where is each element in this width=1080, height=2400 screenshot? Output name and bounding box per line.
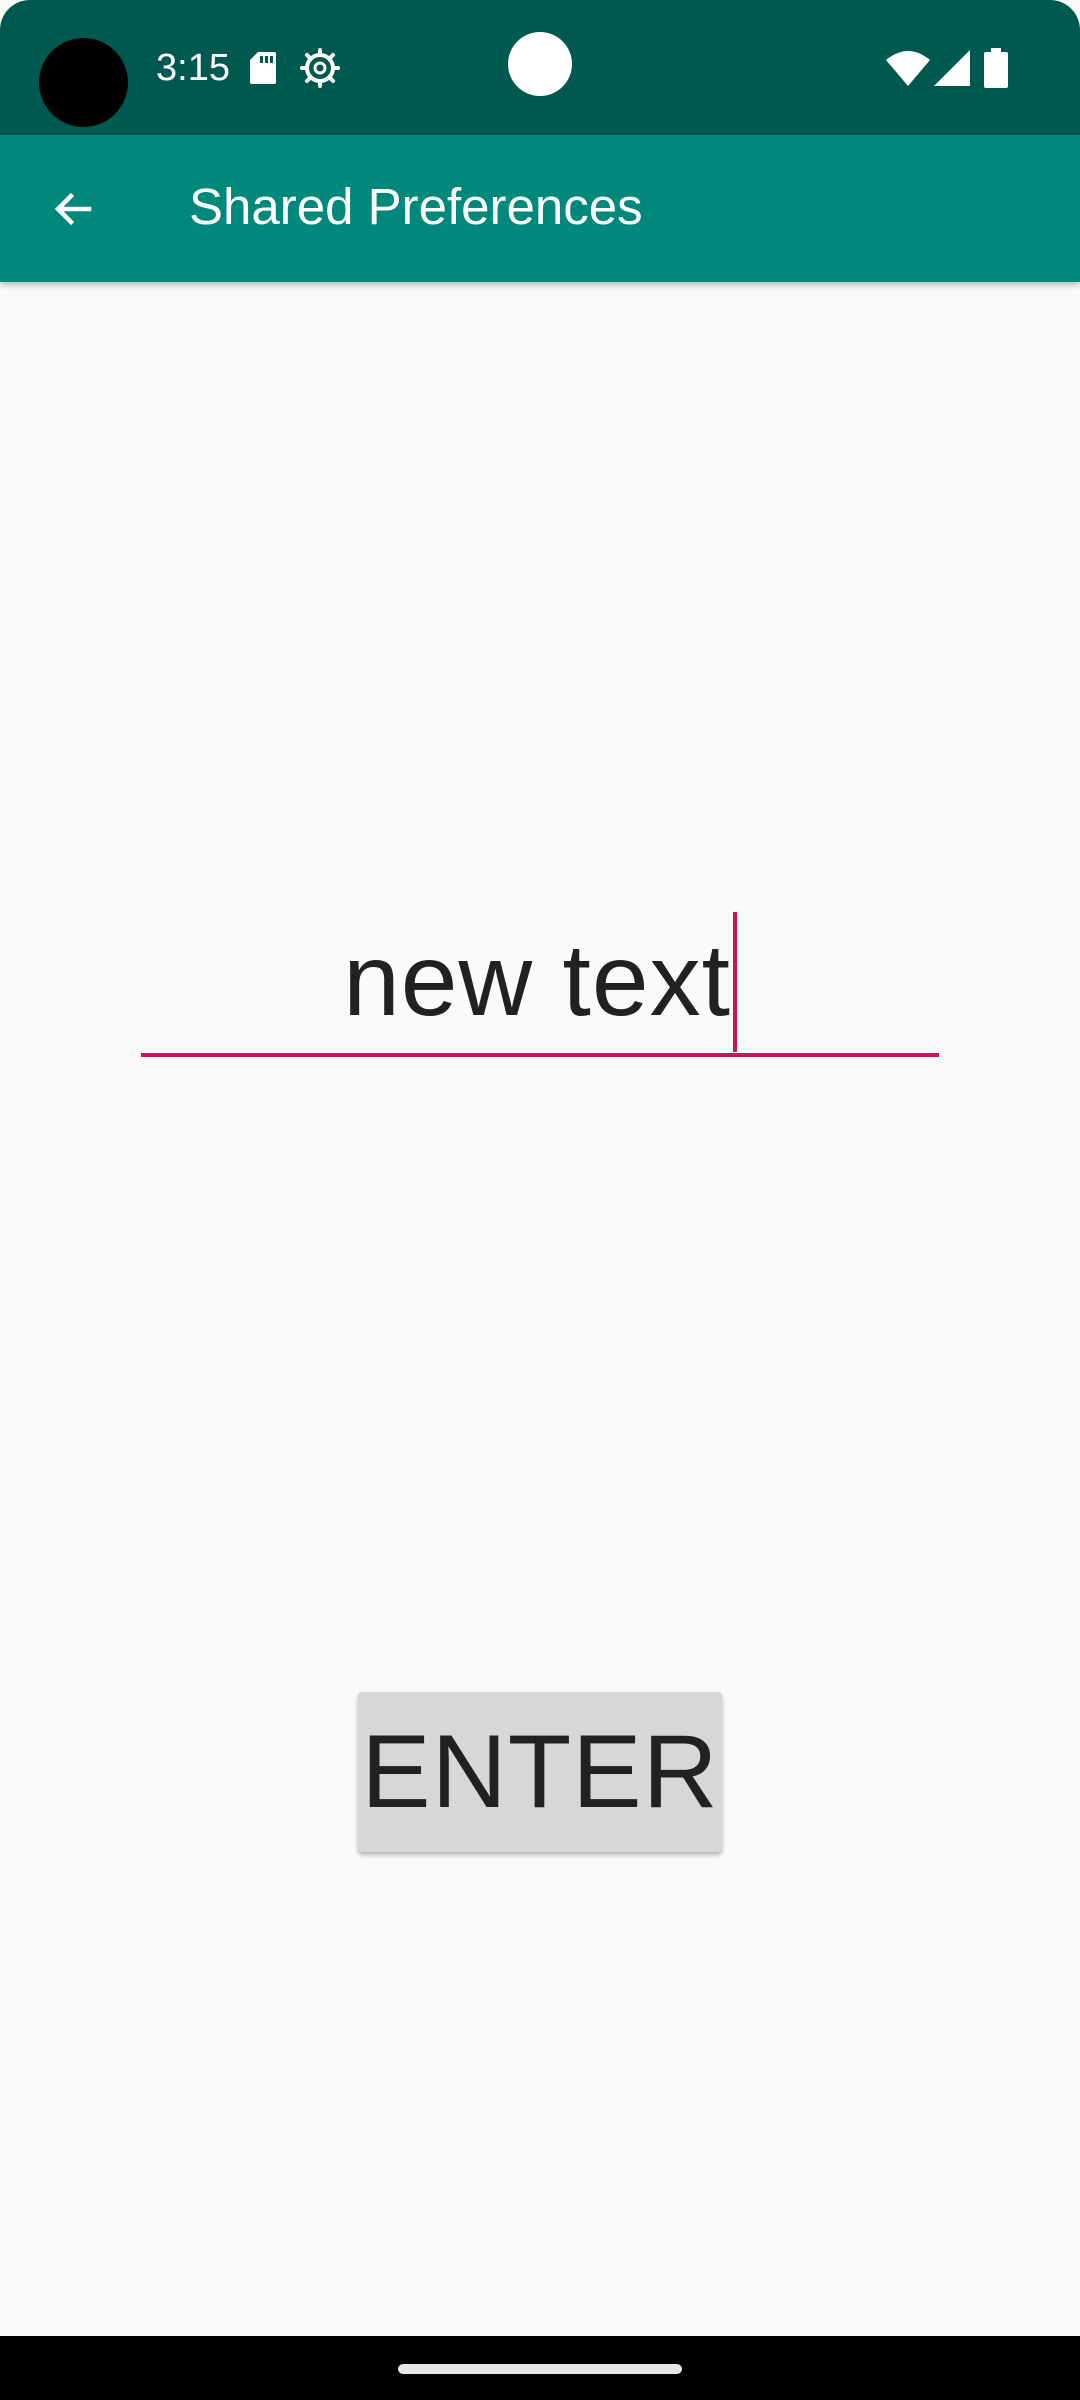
battery-icon	[984, 48, 1008, 88]
camera-cutout	[39, 38, 128, 127]
back-button[interactable]	[30, 166, 116, 252]
arrow-back-icon	[54, 192, 92, 226]
cell-signal-icon	[934, 50, 970, 86]
input-value: new text	[343, 923, 731, 1037]
text-input[interactable]: new text	[141, 900, 939, 1053]
text-cursor	[732, 912, 737, 1053]
sd-card-icon	[250, 52, 276, 84]
status-time: 3:15	[156, 47, 230, 89]
input-underline	[141, 1053, 939, 1057]
screen: 3:15 Shared Preferences new text ENTER	[0, 0, 1080, 2400]
app-bar: Shared Preferences	[0, 135, 1080, 282]
notification-dot	[508, 32, 572, 96]
app-title: Shared Preferences	[189, 178, 643, 235]
text-input-field[interactable]: new text	[141, 900, 939, 1060]
wifi-icon	[886, 51, 930, 86]
home-gesture-handle[interactable]	[398, 2364, 682, 2374]
enter-button[interactable]: ENTER	[358, 1692, 722, 1852]
settings-icon	[300, 48, 340, 88]
status-bar: 3:15	[0, 0, 1080, 135]
